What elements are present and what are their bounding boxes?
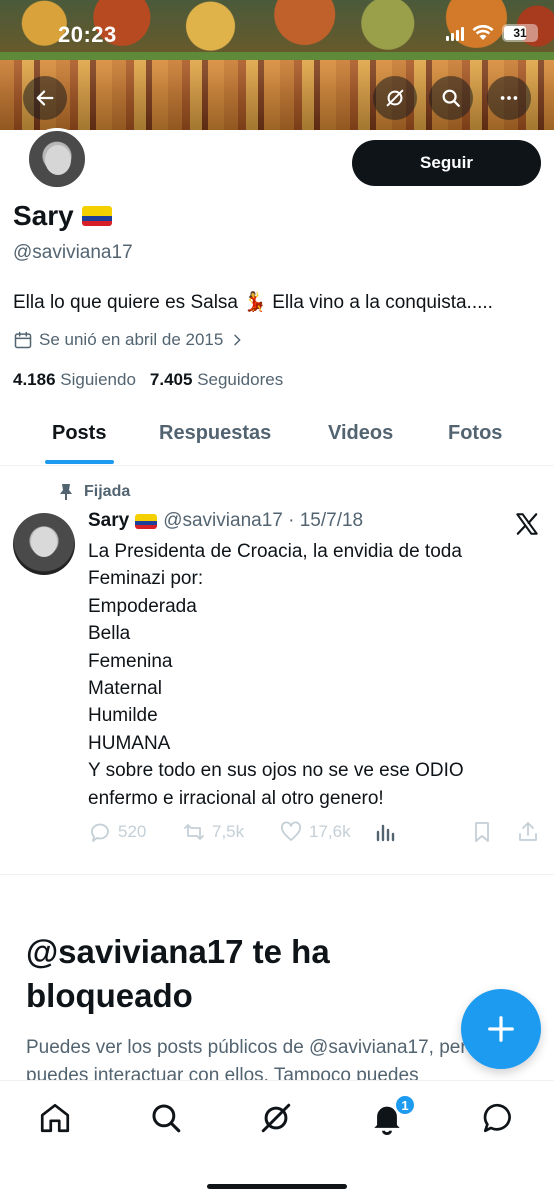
nav-search[interactable] — [149, 1101, 183, 1135]
bio-text-end: Ella vino a la conquista..... — [272, 292, 493, 313]
post-header: Sary @saviviana17 · 15/7/18 — [88, 510, 363, 532]
wifi-icon — [472, 25, 494, 40]
views-button[interactable] — [374, 820, 398, 844]
active-tab-indicator — [45, 460, 114, 464]
followers-label: Seguidores — [197, 370, 284, 389]
pinned-text: Fijada — [84, 483, 131, 500]
pin-icon — [60, 484, 72, 500]
followers-count: 7.405 — [149, 370, 193, 389]
joined-date: Se unió en abril de 2015 — [13, 330, 245, 350]
post-line: Maternal — [88, 678, 162, 700]
section-divider — [0, 874, 554, 875]
search-button[interactable] — [429, 76, 473, 120]
battery-level: 31 — [513, 26, 527, 40]
post-handle-date: @saviviana17 · 15/7/18 — [163, 510, 364, 531]
bio-text-start: Ella lo que quiere es Salsa — [13, 292, 238, 313]
tab-respuestas[interactable]: Respuestas — [159, 422, 271, 445]
nav-home[interactable] — [38, 1101, 72, 1135]
profile-banner[interactable] — [0, 0, 554, 130]
home-icon — [40, 1103, 70, 1133]
chevron-right-icon[interactable] — [229, 332, 245, 348]
grok-icon — [386, 89, 404, 107]
post-line: HUMANA — [88, 732, 171, 754]
reply-count: 520 — [118, 822, 147, 841]
reply-button[interactable]: 520 — [88, 820, 146, 844]
profile-handle: @saviviana17 — [13, 242, 133, 263]
followers-link[interactable]: 7.405 Seguidores — [150, 370, 283, 390]
message-icon — [483, 1103, 511, 1133]
status-icons: 31 — [446, 24, 538, 42]
post-line: enfermo e irracional al otro genero! — [88, 787, 384, 809]
profile-bio: Ella lo que quiere es Salsa 💃 Ella vino … — [13, 290, 493, 314]
post-text: La Presidenta de Croacia, la envidia de … — [88, 538, 528, 812]
following-label: Siguiendo — [60, 370, 136, 389]
repost-button[interactable]: 7,5k — [182, 820, 244, 844]
battery-icon: 31 — [502, 24, 538, 42]
blocked-description: Puedes ver los posts públicos de @savivi… — [26, 1037, 504, 1080]
banner-grass — [0, 52, 554, 60]
plus-icon — [488, 1016, 514, 1042]
reply-icon — [91, 823, 109, 842]
profile-name-text: Sary — [13, 200, 74, 231]
compose-button[interactable] — [461, 989, 541, 1069]
share-icon — [519, 822, 537, 841]
tab-posts[interactable]: Posts — [52, 422, 106, 445]
post-avatar[interactable] — [13, 513, 75, 575]
post-line: Y sobre todo en sus ojos no se ve ese OD… — [88, 760, 464, 782]
home-indicator — [207, 1184, 347, 1189]
repost-icon — [184, 824, 204, 840]
post-line: Empoderada — [88, 595, 197, 617]
ecuador-flag-icon — [81, 206, 112, 226]
bottom-navigation: 1 — [0, 1080, 554, 1199]
post-line: Feminazi por: — [88, 568, 204, 590]
profile-name: Sary — [13, 200, 112, 232]
like-count: 17,6k — [309, 822, 351, 841]
following-count: 4.186 — [13, 370, 56, 389]
grok-icon — [261, 1103, 291, 1133]
nav-grok[interactable] — [259, 1101, 293, 1135]
more-icon — [500, 96, 518, 100]
x-logo-icon — [516, 513, 538, 535]
ecuador-flag-icon — [135, 513, 158, 529]
repost-count: 7,5k — [212, 822, 245, 841]
signal-icon — [446, 25, 464, 41]
profile-tabs: Posts Respuestas Videos Fotos — [0, 410, 554, 466]
status-time: 20:23 — [58, 22, 117, 47]
pinned-label: Fijada — [58, 483, 130, 501]
search-icon — [442, 89, 460, 107]
analytics-icon — [376, 824, 395, 842]
post-line: Humilde — [88, 705, 158, 727]
arrow-left-icon — [36, 90, 54, 106]
post-line: Femenina — [88, 650, 173, 672]
nav-messages[interactable] — [481, 1101, 515, 1135]
post-author[interactable]: Sary — [88, 510, 129, 532]
back-button[interactable] — [23, 76, 67, 120]
profile-avatar[interactable] — [26, 128, 88, 190]
follow-stats: 4.186 Siguiendo 7.405 Seguidores — [13, 370, 283, 390]
joined-text: Se unió en abril de 2015 — [39, 330, 224, 349]
notification-badge: 1 — [394, 1094, 416, 1116]
bookmark-icon — [475, 822, 489, 842]
following-link[interactable]: 4.186 Siguiendo — [13, 370, 136, 390]
follow-button[interactable]: Seguir — [352, 140, 541, 186]
heart-icon — [281, 821, 301, 841]
tab-videos[interactable]: Videos — [328, 422, 393, 445]
grok-button[interactable] — [373, 76, 417, 120]
blocked-title: @saviviana17 te ha bloqueado — [26, 933, 330, 1014]
post-actions: 520 7,5k 17,6k — [88, 820, 544, 850]
more-button[interactable] — [487, 76, 531, 120]
tab-fotos[interactable]: Fotos — [448, 422, 502, 445]
share-button[interactable] — [516, 820, 540, 844]
calendar-icon — [14, 331, 32, 349]
dancer-emoji: 💃 — [243, 292, 267, 313]
bookmark-button[interactable] — [470, 820, 494, 844]
post-line: Bella — [88, 623, 131, 645]
like-button[interactable]: 17,6k — [279, 820, 351, 844]
post-line: La Presidenta de Croacia, la envidia de … — [88, 541, 462, 562]
search-icon — [152, 1104, 181, 1133]
